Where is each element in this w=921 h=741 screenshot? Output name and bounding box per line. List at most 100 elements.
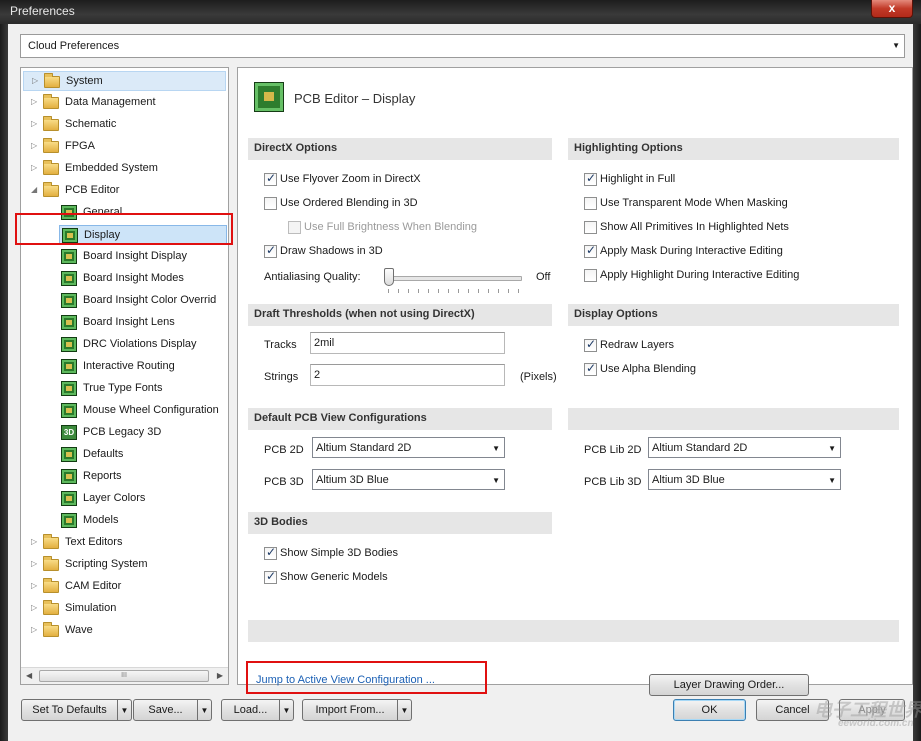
expand-icon[interactable]: ▷ <box>32 76 42 85</box>
pcb-2d-select[interactable]: Altium Standard 2D ▼ <box>312 437 505 458</box>
directx-options-header: DirectX Options <box>248 138 552 160</box>
tree-item-data-management[interactable]: ▷ Data Management <box>23 93 226 113</box>
pcb-lib-3d-select[interactable]: Altium 3D Blue ▼ <box>648 469 841 490</box>
settings-panel: PCB Editor – Display DirectX Options Use… <box>237 67 913 696</box>
tree-item-text-editors[interactable]: ▷ Text Editors <box>23 533 226 553</box>
tree-item-true-type-fonts[interactable]: True Type Fonts <box>23 379 226 399</box>
pcb-3d-select[interactable]: Altium 3D Blue ▼ <box>312 469 505 490</box>
tree-item-system[interactable]: ▷ System <box>23 71 226 91</box>
pcb-display-icon <box>254 82 284 112</box>
tree-item-defaults[interactable]: Defaults <box>23 445 226 465</box>
tree-item-label: Embedded System <box>65 162 158 174</box>
checkbox-box[interactable] <box>264 545 277 560</box>
cloud-preferences-select[interactable]: Cloud Preferences ▼ <box>20 34 905 58</box>
scroll-right-icon[interactable]: ▶ <box>217 671 223 680</box>
expand-icon[interactable]: ▷ <box>31 97 41 106</box>
preferences-tree[interactable]: ▷ System ▷ Data Management ▷ Schematic ▷ FPGA ▷ E… <box>20 67 229 685</box>
layer-drawing-order-button[interactable]: Layer Drawing Order... <box>649 674 809 696</box>
tree-item-label: DRC Violations Display <box>83 338 197 350</box>
tree-item-wave[interactable]: ▷ Wave <box>23 621 226 641</box>
checkbox-box[interactable] <box>584 197 597 210</box>
pcb-lib-3d-label: PCB Lib 3D <box>584 476 642 488</box>
pcb-board-icon <box>61 381 77 396</box>
chevron-down-icon: ▼ <box>828 476 836 485</box>
chevron-down-icon[interactable]: ▼ <box>280 699 294 721</box>
window-edge-left <box>0 24 8 741</box>
expand-icon[interactable]: ▷ <box>31 163 41 172</box>
slider-tick <box>388 289 389 293</box>
title-bar: Preferences x <box>0 0 921 24</box>
expand-icon[interactable]: ▷ <box>31 119 41 128</box>
chevron-down-icon: ▼ <box>492 444 500 453</box>
close-button[interactable]: x <box>871 0 913 18</box>
tree-item-board-insight-lens[interactable]: Board Insight Lens <box>23 313 226 333</box>
tree-item-pcb-editor[interactable]: ◢ PCB Editor <box>23 181 226 201</box>
slider-tick <box>418 289 419 293</box>
checkbox-box[interactable] <box>584 221 597 234</box>
tree-item-board-insight-modes[interactable]: Board Insight Modes <box>23 269 226 289</box>
slider-tick <box>468 289 469 293</box>
checkbox-box[interactable] <box>584 269 597 282</box>
tree-item-embedded-system[interactable]: ▷ Embedded System <box>23 159 226 179</box>
checkbox-box[interactable] <box>264 243 277 258</box>
tree-item-simulation[interactable]: ▷ Simulation <box>23 599 226 619</box>
pcb-3d-icon: 3D <box>61 425 77 440</box>
scroll-thumb[interactable]: III <box>39 670 209 682</box>
strings-input[interactable]: 2 <box>310 364 505 386</box>
tree-item-label: Scripting System <box>65 558 148 570</box>
expand-icon[interactable]: ▷ <box>31 625 41 634</box>
chevron-down-icon[interactable]: ▼ <box>198 699 212 721</box>
tree-horizontal-scrollbar[interactable]: ◀ III ▶ <box>21 667 228 684</box>
expand-icon[interactable]: ▷ <box>31 559 41 568</box>
tree-item-reports[interactable]: Reports <box>23 467 226 487</box>
folder-icon <box>43 578 59 593</box>
collapse-icon[interactable]: ◢ <box>31 185 41 194</box>
chevron-down-icon[interactable]: ▼ <box>398 699 412 721</box>
slider-tick <box>498 289 499 293</box>
tracks-label: Tracks <box>264 339 297 351</box>
strings-unit: (Pixels) <box>520 371 557 383</box>
expand-icon[interactable]: ▷ <box>31 141 41 150</box>
tree-item-cam-editor[interactable]: ▷ CAM Editor <box>23 577 226 597</box>
ok-button[interactable]: OK <box>673 699 746 721</box>
pcb-lib-2d-label: PCB Lib 2D <box>584 444 642 456</box>
view-configurations-header: Default PCB View Configurations <box>248 408 552 430</box>
window-edge-right <box>913 24 921 741</box>
pcb-board-icon <box>61 249 77 264</box>
tree-item-label: Interactive Routing <box>83 360 175 372</box>
pcb-lib-2d-select[interactable]: Altium Standard 2D ▼ <box>648 437 841 458</box>
checkbox-box[interactable] <box>264 171 277 186</box>
tree-item-label: Defaults <box>83 448 124 460</box>
chevron-down-icon[interactable]: ▼ <box>118 699 132 721</box>
tree-item-label: PCB Legacy 3D <box>83 426 162 438</box>
slider-thumb[interactable] <box>384 268 394 286</box>
expand-icon[interactable]: ▷ <box>31 581 41 590</box>
slider-tick <box>508 289 509 293</box>
tree-item-fpga[interactable]: ▷ FPGA <box>23 137 226 157</box>
tree-item-scripting-system[interactable]: ▷ Scripting System <box>23 555 226 575</box>
tracks-input[interactable]: 2mil <box>310 332 505 354</box>
expand-icon[interactable]: ▷ <box>31 603 41 612</box>
slider-tick <box>458 289 459 293</box>
tree-item-models[interactable]: Models <box>23 511 226 531</box>
checkbox-box[interactable] <box>264 197 277 210</box>
scroll-left-icon[interactable]: ◀ <box>26 671 32 680</box>
folder-icon <box>43 138 59 153</box>
checkbox-box[interactable] <box>584 337 597 352</box>
tree-item-label: Models <box>83 514 119 526</box>
checkbox-box[interactable] <box>264 569 277 584</box>
pcb-board-icon <box>61 403 77 418</box>
checkbox-box[interactable] <box>584 171 597 186</box>
tree-item-board-insight-color-overrid[interactable]: Board Insight Color Overrid <box>23 291 226 311</box>
checkbox-box[interactable] <box>584 361 597 376</box>
tree-item-schematic[interactable]: ▷ Schematic <box>23 115 226 135</box>
expand-icon[interactable]: ▷ <box>31 537 41 546</box>
folder-icon <box>43 556 59 571</box>
tree-item-pcb-legacy-3d[interactable]: 3D PCB Legacy 3D <box>23 423 226 443</box>
tree-item-mouse-wheel-configuration[interactable]: Mouse Wheel Configuration <box>23 401 226 421</box>
tree-item-board-insight-display[interactable]: Board Insight Display <box>23 247 226 267</box>
tree-item-layer-colors[interactable]: Layer Colors <box>23 489 226 509</box>
checkbox-box[interactable] <box>584 243 597 258</box>
tree-item-drc-violations-display[interactable]: DRC Violations Display <box>23 335 226 355</box>
tree-item-interactive-routing[interactable]: Interactive Routing <box>23 357 226 377</box>
